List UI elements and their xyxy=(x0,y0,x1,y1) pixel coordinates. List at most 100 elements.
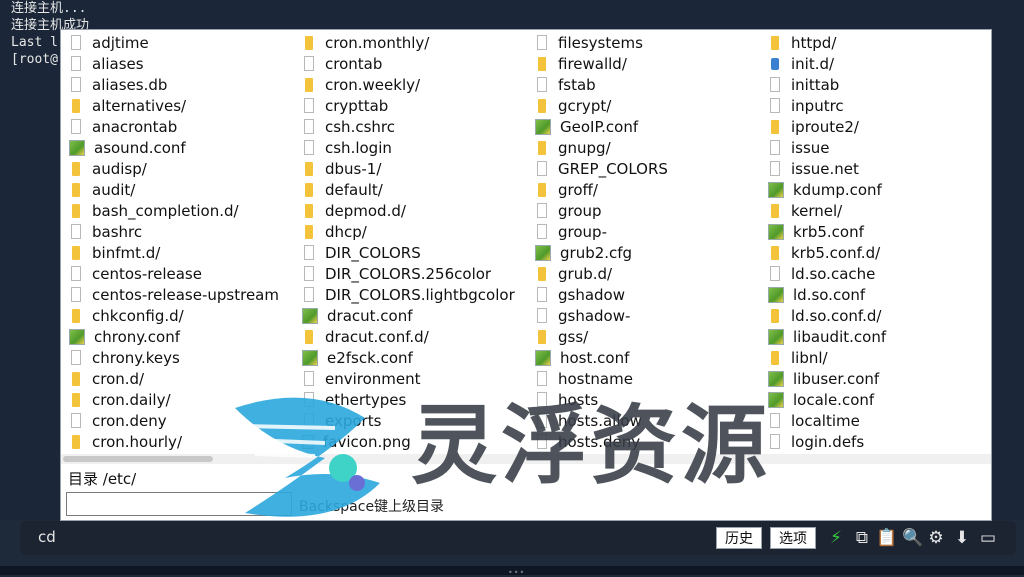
file-list-item[interactable]: gshadow xyxy=(527,284,760,305)
file-list-item[interactable]: gshadow- xyxy=(527,305,760,326)
horizontal-scrollbar[interactable] xyxy=(61,454,991,464)
scrollbar-thumb[interactable] xyxy=(63,456,213,462)
file-list-item[interactable]: inputrc xyxy=(760,95,993,116)
file-list-item[interactable]: crontab xyxy=(294,53,527,74)
file-list-item[interactable]: cron.d/ xyxy=(61,368,294,389)
file-list-item[interactable]: GeoIP.conf xyxy=(527,116,760,137)
file-list-item[interactable]: cron.daily/ xyxy=(61,389,294,410)
file-list-item[interactable]: chrony.conf xyxy=(61,326,294,347)
search-icon[interactable]: 🔍 xyxy=(902,527,923,549)
file-list-item[interactable]: issue.net xyxy=(760,158,993,179)
file-list-item[interactable]: ld.so.cache xyxy=(760,263,993,284)
file-list-item[interactable]: centos-release-upstream xyxy=(61,284,294,305)
file-list-item[interactable]: DIR_COLORS.lightbgcolor xyxy=(294,284,527,305)
file-list-item[interactable]: login.defs xyxy=(760,431,993,452)
copy-icon[interactable]: ⧉ xyxy=(852,527,872,549)
file-list-item[interactable]: DIR_COLORS xyxy=(294,242,527,263)
file-list-item[interactable]: bashrc xyxy=(61,221,294,242)
file-list-item[interactable]: kernel/ xyxy=(760,200,993,221)
file-list-item[interactable]: hosts xyxy=(527,389,760,410)
file-list-item[interactable]: libaudit.conf xyxy=(760,326,993,347)
file-list-item[interactable]: group xyxy=(527,200,760,221)
file-list-item[interactable]: fstab xyxy=(527,74,760,95)
options-button[interactable]: 选项 xyxy=(770,527,816,549)
file-list-item[interactable]: GREP_COLORS xyxy=(527,158,760,179)
window-icon[interactable]: ▭ xyxy=(978,527,998,549)
file-list-item[interactable]: gss/ xyxy=(527,326,760,347)
file-list-item[interactable]: groff/ xyxy=(527,179,760,200)
arrow-down-icon[interactable]: ⬇ xyxy=(952,527,972,549)
config-file-icon xyxy=(768,328,784,345)
history-button[interactable]: 历史 xyxy=(716,527,762,549)
file-list-item[interactable]: bash_completion.d/ xyxy=(61,200,294,221)
file-list-item[interactable]: crypttab xyxy=(294,95,527,116)
file-list-item[interactable]: grub.d/ xyxy=(527,263,760,284)
file-list-item[interactable]: cron.deny xyxy=(61,410,294,431)
file-list-item[interactable]: e2fsck.conf xyxy=(294,347,527,368)
file-list-item[interactable]: libnl/ xyxy=(760,347,993,368)
file-list-item[interactable]: favicon.png xyxy=(294,431,527,452)
file-list-item[interactable]: asound.conf xyxy=(61,137,294,158)
file-list-item[interactable]: krb5.conf xyxy=(760,221,993,242)
file-list-item[interactable]: localtime xyxy=(760,410,993,431)
file-name: crontab xyxy=(325,54,383,73)
file-list-item[interactable]: ethertypes xyxy=(294,389,527,410)
file-name: group- xyxy=(558,222,607,241)
file-list-item[interactable]: csh.login xyxy=(294,137,527,158)
file-list-item[interactable]: httpd/ xyxy=(760,32,993,53)
file-list-item[interactable]: csh.cshrc xyxy=(294,116,527,137)
gear-icon[interactable]: ⚙ xyxy=(926,527,946,549)
file-list-item[interactable]: locale.conf xyxy=(760,389,993,410)
file-list-item[interactable]: anacrontab xyxy=(61,116,294,137)
file-list-item[interactable]: iproute2/ xyxy=(760,116,993,137)
file-list-item[interactable]: default/ xyxy=(294,179,527,200)
file-list-item[interactable]: environment xyxy=(294,368,527,389)
file-list-item[interactable]: depmod.d/ xyxy=(294,200,527,221)
file-list-item[interactable]: group- xyxy=(527,221,760,242)
file-list-item[interactable]: centos-release xyxy=(61,263,294,284)
file-list-item[interactable]: cron.monthly/ xyxy=(294,32,527,53)
file-list-item[interactable]: hosts.allow xyxy=(527,410,760,431)
file-list-item[interactable]: dbus-1/ xyxy=(294,158,527,179)
file-list-item[interactable]: gnupg/ xyxy=(527,137,760,158)
file-list-item[interactable]: ld.so.conf.d/ xyxy=(760,305,993,326)
file-list-item[interactable]: aliases xyxy=(61,53,294,74)
file-list-item[interactable]: dhcp/ xyxy=(294,221,527,242)
file-list-item[interactable]: inittab xyxy=(760,74,993,95)
file-list-item[interactable]: alternatives/ xyxy=(61,95,294,116)
file-name: libaudit.conf xyxy=(793,327,887,346)
file-list-item[interactable]: cron.weekly/ xyxy=(294,74,527,95)
file-list-item[interactable]: firewalld/ xyxy=(527,53,760,74)
file-list-item[interactable]: adjtime xyxy=(61,32,294,53)
file-list-item[interactable]: init.d/ xyxy=(760,53,993,74)
resize-grip-icon[interactable]: ••• xyxy=(508,568,525,577)
file-list-item[interactable]: gcrypt/ xyxy=(527,95,760,116)
file-list-item[interactable]: libuser.conf xyxy=(760,368,993,389)
file-list-item[interactable]: chkconfig.d/ xyxy=(61,305,294,326)
file-list-item[interactable]: audit/ xyxy=(61,179,294,200)
file-list-item[interactable]: hostname xyxy=(527,368,760,389)
file-list-item[interactable]: dracut.conf xyxy=(294,305,527,326)
file-list-item[interactable]: exports xyxy=(294,410,527,431)
file-list-item[interactable]: issue xyxy=(760,137,993,158)
file-list-item[interactable]: ld.so.conf xyxy=(760,284,993,305)
directory-input[interactable] xyxy=(66,492,292,516)
command-input[interactable]: cd xyxy=(38,528,56,546)
file-list-item[interactable]: host.conf xyxy=(527,347,760,368)
file-list-item[interactable]: hosts.deny xyxy=(527,431,760,452)
file-list-item[interactable]: aliases.db xyxy=(61,74,294,95)
file-list-item[interactable]: audisp/ xyxy=(61,158,294,179)
lightning-icon[interactable]: ⚡ xyxy=(826,527,846,549)
paste-icon[interactable]: 📋 xyxy=(876,527,897,549)
file-list-item[interactable]: filesystems xyxy=(527,32,760,53)
file-list-item[interactable]: DIR_COLORS.256color xyxy=(294,263,527,284)
file-list-item[interactable]: krb5.conf.d/ xyxy=(760,242,993,263)
backspace-hint: Backspace键上级目录 xyxy=(299,499,445,515)
file-list-item[interactable]: chrony.keys xyxy=(61,347,294,368)
file-name: crypttab xyxy=(325,96,389,115)
file-list-item[interactable]: cron.hourly/ xyxy=(61,431,294,452)
file-list-item[interactable]: kdump.conf xyxy=(760,179,993,200)
file-list-item[interactable]: grub2.cfg xyxy=(527,242,760,263)
file-list-item[interactable]: binfmt.d/ xyxy=(61,242,294,263)
file-list-item[interactable]: dracut.conf.d/ xyxy=(294,326,527,347)
